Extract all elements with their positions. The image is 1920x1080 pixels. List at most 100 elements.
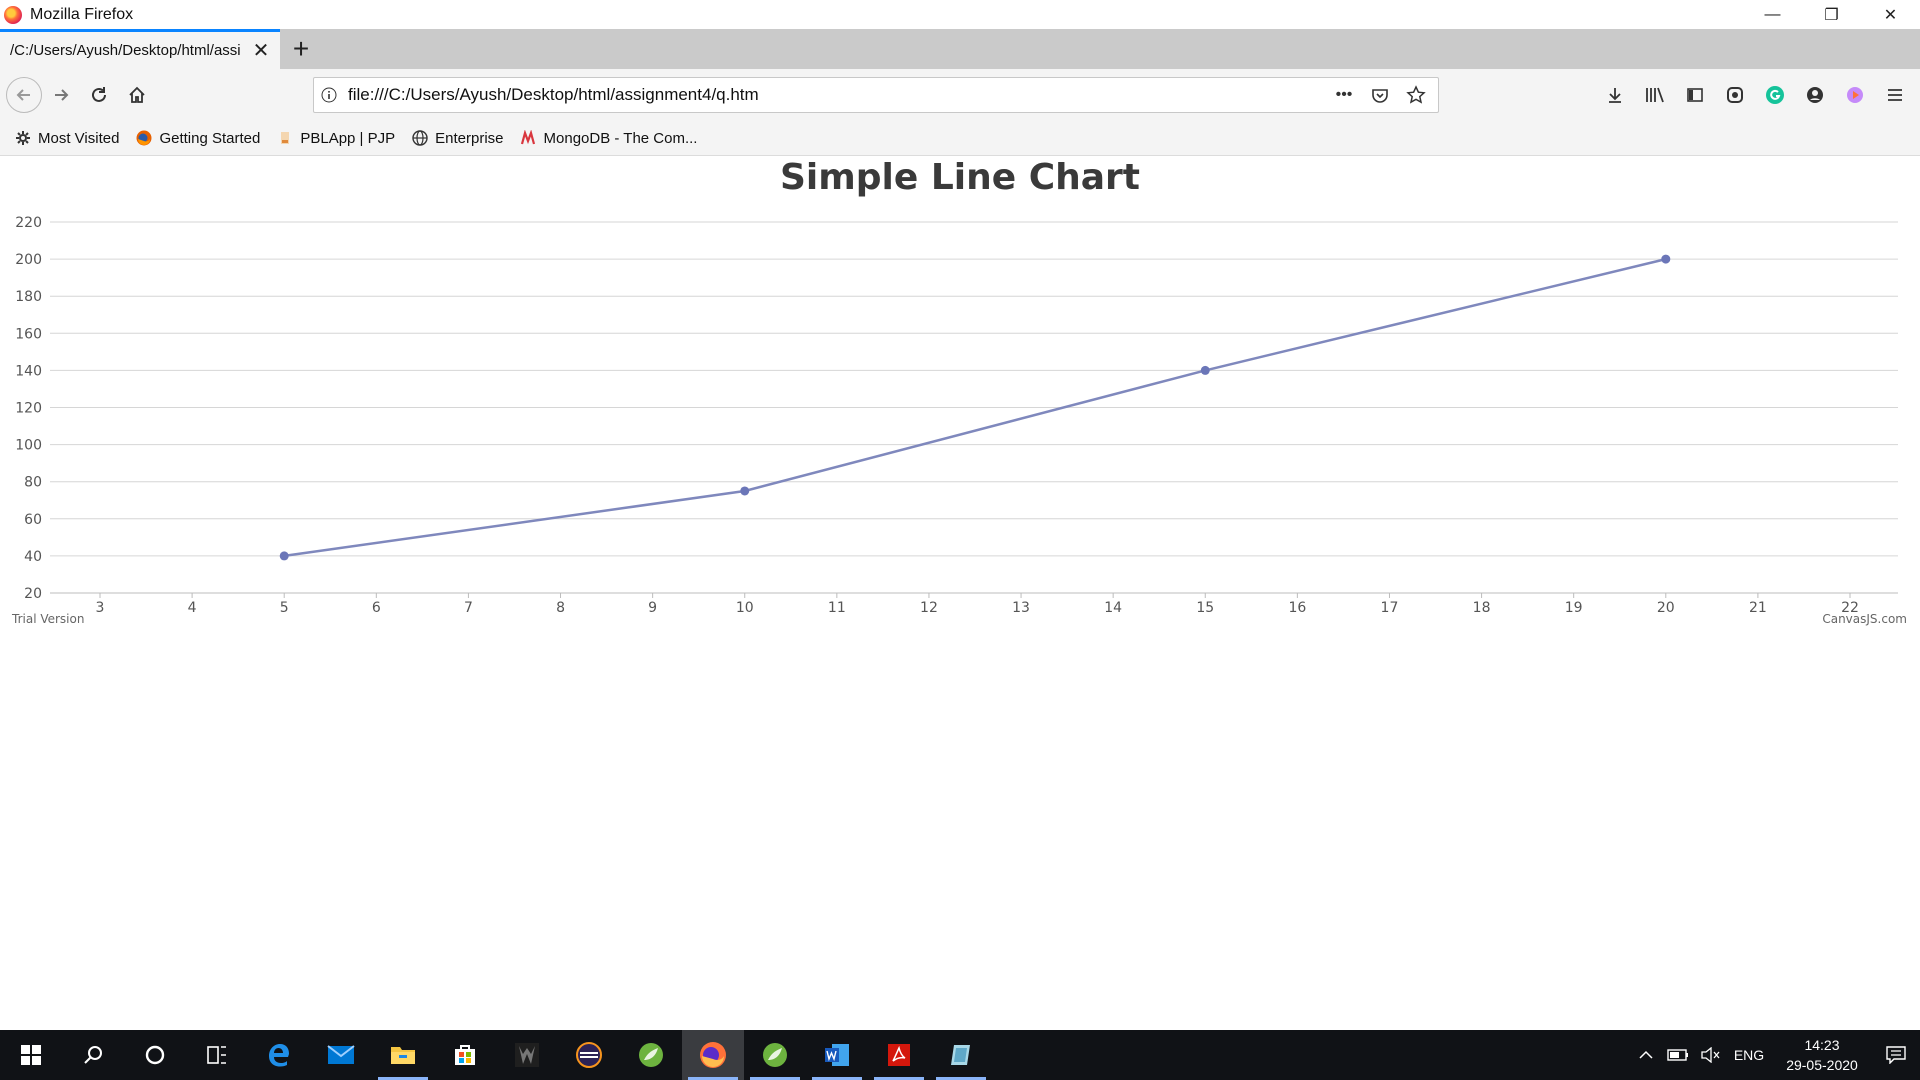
taskbar-spring[interactable] <box>620 1030 682 1080</box>
home-button[interactable] <box>118 76 156 114</box>
clock[interactable]: 14:23 29-05-2020 <box>1772 1035 1872 1075</box>
taskbar-edge[interactable] <box>248 1030 310 1080</box>
notifications-icon[interactable] <box>1872 1046 1920 1064</box>
x-tick-label: 6 <box>372 600 381 616</box>
taskbar-acrobat[interactable] <box>868 1030 930 1080</box>
taskbar-store[interactable] <box>434 1030 496 1080</box>
bookmark-mongodb[interactable]: MongoDB - The Com... <box>520 129 697 147</box>
y-tick-label: 20 <box>24 586 42 602</box>
bookmark-most-visited[interactable]: Most Visited <box>14 129 119 147</box>
page-actions-menu-icon[interactable]: ••• <box>1330 81 1358 109</box>
hamburger-menu-icon[interactable] <box>1876 76 1914 114</box>
globe-icon <box>411 129 429 147</box>
x-tick-label: 20 <box>1657 600 1675 616</box>
toolbar-right <box>1596 69 1920 121</box>
watermark-canvasjs: CanvasJS.com <box>1822 612 1907 626</box>
line-chart: Simple Line Chart 20 40 60 80 100 120 140 160 180… <box>11 157 1907 626</box>
pocket-icon[interactable] <box>1366 81 1394 109</box>
search-button[interactable] <box>62 1030 124 1080</box>
extension-icon[interactable] <box>1836 76 1874 114</box>
tab-strip: /C:/Users/Ayush/Desktop/html/assi ✕ + <box>0 29 1920 69</box>
bookmark-getting-started[interactable]: Getting Started <box>135 129 260 147</box>
clock-time: 14:23 <box>1804 1037 1840 1053</box>
firefox-icon <box>4 5 22 24</box>
x-tick-label: 5 <box>280 600 289 616</box>
task-view-icon <box>207 1046 226 1064</box>
sidebar-icon[interactable] <box>1676 76 1714 114</box>
data-point <box>279 551 289 561</box>
volume-muted-icon[interactable] <box>1694 1047 1726 1063</box>
x-tick-label: 15 <box>1196 600 1214 616</box>
taskbar-other-app[interactable] <box>930 1030 992 1080</box>
acrobat-icon <box>888 1044 910 1066</box>
back-button[interactable] <box>6 77 42 113</box>
cortana-button[interactable] <box>124 1030 186 1080</box>
bookmark-pblapp[interactable]: PBLApp | PJP <box>276 129 395 147</box>
chevron-up-icon[interactable] <box>1630 1050 1662 1060</box>
mail-icon <box>327 1045 355 1064</box>
data-point <box>1200 365 1210 375</box>
close-window-button[interactable]: ✕ <box>1861 0 1920 29</box>
y-tick-label: 200 <box>15 252 42 268</box>
screen: Mozilla Firefox — ❐ ✕ /C:/Users/Ayush/De… <box>0 0 1920 1080</box>
eclipse-icon <box>576 1042 602 1068</box>
x-tick-label: 16 <box>1288 600 1306 616</box>
address-bar[interactable]: file:///C:/Users/Ayush/Desktop/html/assi… <box>313 77 1439 113</box>
window-title: Mozilla Firefox <box>30 5 134 23</box>
taskbar-predator[interactable] <box>496 1030 558 1080</box>
y-tick-label: 60 <box>24 512 42 528</box>
y-tick-label: 160 <box>15 326 42 342</box>
x-tick-label: 12 <box>920 600 938 616</box>
cortana-icon <box>145 1045 165 1065</box>
search-icon <box>84 1046 102 1064</box>
restore-button[interactable]: ❐ <box>1802 0 1861 29</box>
taskbar-mail[interactable] <box>310 1030 372 1080</box>
taskbar-word[interactable] <box>806 1030 868 1080</box>
bookmark-star-icon[interactable] <box>1402 81 1430 109</box>
language-indicator[interactable]: ENG <box>1726 1047 1772 1063</box>
close-tab-icon[interactable]: ✕ <box>248 38 274 64</box>
tab-active[interactable]: /C:/Users/Ayush/Desktop/html/assi ✕ <box>0 29 280 69</box>
taskbar-spring-tool[interactable] <box>744 1030 806 1080</box>
task-view-button[interactable] <box>186 1030 248 1080</box>
download-icon[interactable] <box>1596 76 1634 114</box>
start-icon <box>21 1045 41 1065</box>
arrow-right-icon <box>55 89 69 101</box>
gear-icon <box>14 129 32 147</box>
reload-button[interactable] <box>80 76 118 114</box>
sync-extension-icon[interactable] <box>1716 76 1754 114</box>
library-icon[interactable] <box>1636 76 1674 114</box>
taskbar-eclipse[interactable] <box>558 1030 620 1080</box>
x-tick-label: 19 <box>1565 600 1583 616</box>
y-tick-label: 40 <box>24 549 42 565</box>
minimize-button[interactable]: — <box>1743 0 1802 29</box>
new-tab-button[interactable]: + <box>280 29 322 69</box>
bookmark-enterprise[interactable]: Enterprise <box>411 129 504 147</box>
battery-icon[interactable] <box>1662 1048 1694 1062</box>
url-text[interactable]: file:///C:/Users/Ayush/Desktop/html/assi… <box>344 85 1330 105</box>
home-icon <box>129 86 145 103</box>
bookmark-label: Getting Started <box>159 129 261 147</box>
chart-title: Simple Line Chart <box>780 157 1140 198</box>
account-icon[interactable] <box>1796 76 1834 114</box>
forward-button[interactable] <box>42 76 80 114</box>
spring-icon <box>639 1043 663 1067</box>
site-info-icon[interactable] <box>314 87 344 103</box>
data-point <box>1661 254 1671 264</box>
firefox-icon <box>700 1042 726 1068</box>
grammarly-icon[interactable] <box>1756 76 1794 114</box>
x-tick-label: 14 <box>1104 600 1122 616</box>
word-icon <box>825 1044 849 1066</box>
start-button[interactable] <box>0 1030 62 1080</box>
spring-tool-icon <box>763 1043 787 1067</box>
x-tick-label: 10 <box>736 600 754 616</box>
taskbar-firefox[interactable] <box>682 1030 744 1080</box>
x-tick-label: 11 <box>828 600 846 616</box>
taskbar-file-explorer[interactable] <box>372 1030 434 1080</box>
windows-taskbar: ENG 14:23 29-05-2020 <box>0 1030 1920 1080</box>
x-tick-label: 3 <box>96 600 105 616</box>
bookmark-label: Most Visited <box>38 129 120 147</box>
other-app-icon <box>951 1045 970 1065</box>
reload-icon <box>92 87 106 102</box>
navigation-toolbar: file:///C:/Users/Ayush/Desktop/html/assi… <box>0 69 1920 121</box>
